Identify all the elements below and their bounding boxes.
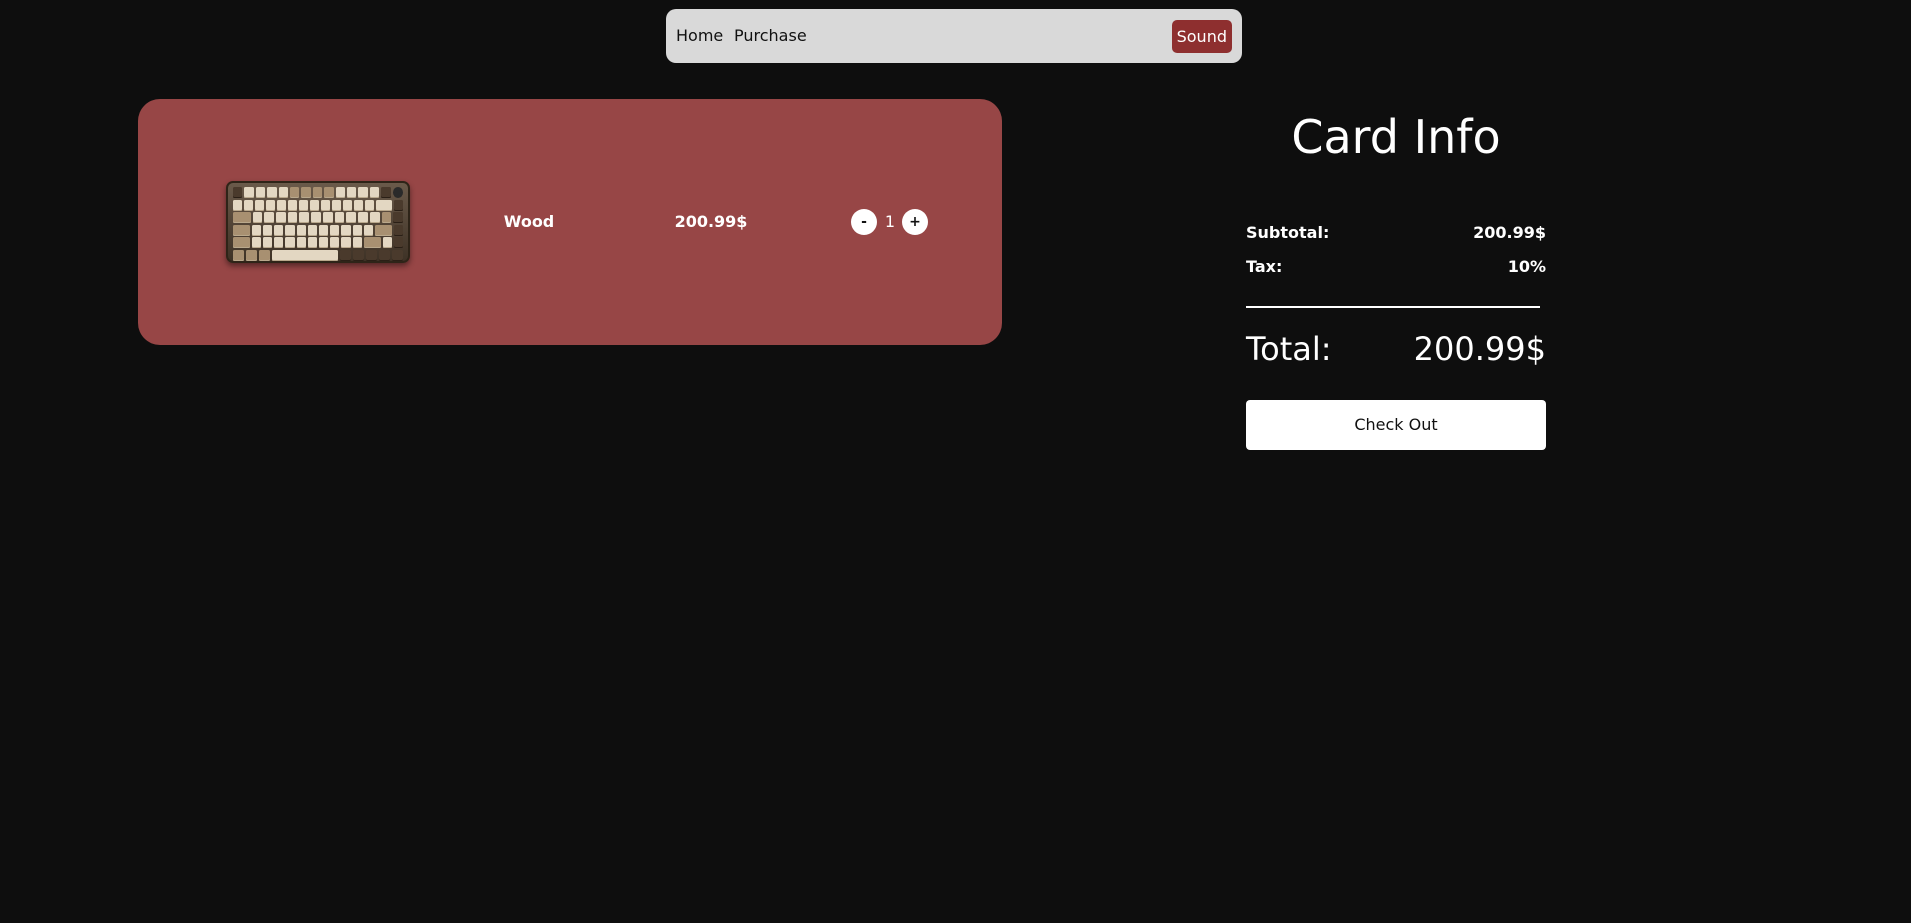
summary-divider [1246, 306, 1540, 308]
checkout-button[interactable]: Check Out [1246, 400, 1546, 450]
keyboard-product-image [226, 181, 410, 263]
nav-home-link[interactable]: Home [676, 9, 723, 63]
cart-item-card: Wood 200.99$ - 1 + [138, 99, 1002, 345]
decrease-quantity-button[interactable]: - [851, 209, 877, 235]
nav-sound-button[interactable]: Sound [1171, 20, 1232, 53]
quantity-value: 1 [884, 212, 896, 231]
subtotal-value: 200.99$ [1473, 223, 1546, 242]
total-value: 200.99$ [1413, 330, 1546, 368]
top-navbar: Home Purchase Sound [666, 9, 1242, 63]
tax-row: Tax: 10% [1246, 255, 1546, 279]
increase-quantity-button[interactable]: + [902, 209, 928, 235]
item-price-text: 200.99$ [674, 212, 748, 231]
subtotal-row: Subtotal: 200.99$ [1246, 221, 1546, 245]
nav-purchase-link[interactable]: Purchase [734, 9, 807, 63]
total-label: Total: [1246, 330, 1332, 368]
summary-title: Card Info [1291, 110, 1501, 164]
total-row: Total: 200.99$ [1246, 326, 1546, 372]
tax-value: 10% [1507, 257, 1546, 276]
item-name-text: Wood [503, 212, 555, 231]
subtotal-label: Subtotal: [1246, 223, 1330, 242]
tax-label: Tax: [1246, 257, 1283, 276]
